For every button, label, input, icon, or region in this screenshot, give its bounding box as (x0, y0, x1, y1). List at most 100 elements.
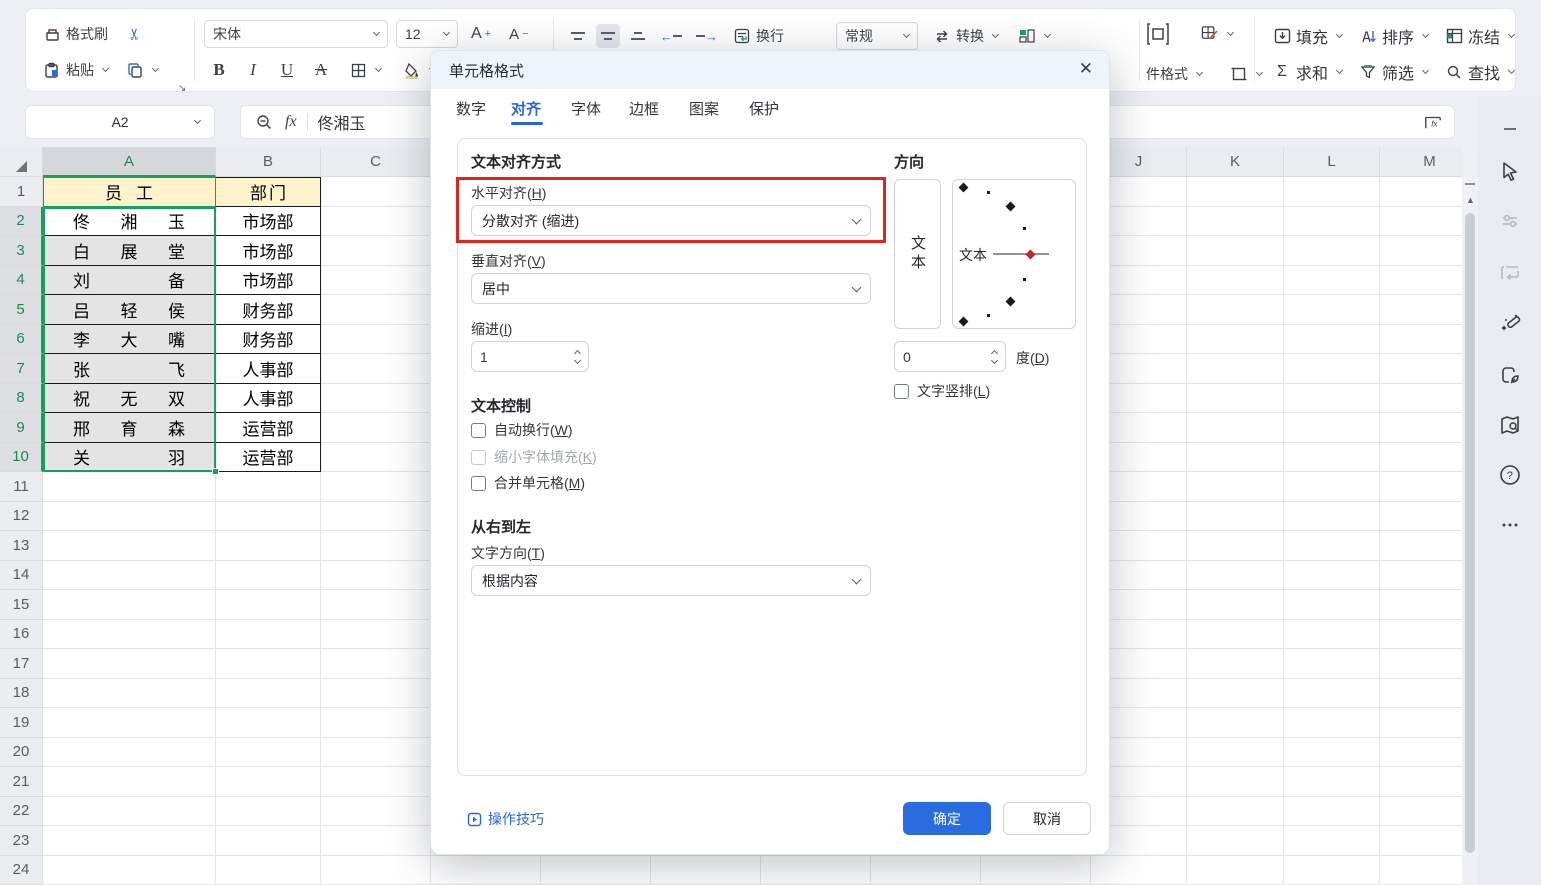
wrap-text-checkbox[interactable]: 自动换行(W) (471, 420, 573, 440)
column-header-L[interactable]: L (1284, 147, 1380, 177)
row-header-9[interactable]: 9 (0, 413, 43, 443)
cell-L20[interactable] (1284, 738, 1380, 768)
underline-button[interactable]: U (276, 60, 298, 80)
copy-button[interactable] (121, 58, 163, 82)
cell-C23[interactable] (321, 826, 431, 856)
cell-C13[interactable] (321, 531, 431, 561)
row-header-18[interactable]: 18 (0, 679, 43, 709)
cell-L14[interactable] (1284, 561, 1380, 591)
convert-button[interactable]: 转换 (928, 23, 1003, 49)
ok-button[interactable]: 确定 (903, 802, 991, 835)
dial-angle-marker[interactable] (958, 182, 968, 192)
horizontal-align-select[interactable]: 分散对齐 (缩进) (471, 205, 871, 236)
row-header-10[interactable]: 10 (0, 443, 43, 473)
cell-A8[interactable]: 祝无双 (43, 384, 216, 414)
cell-K14[interactable] (1187, 561, 1284, 591)
cell-C19[interactable] (321, 708, 431, 738)
cell-C7[interactable] (321, 354, 431, 384)
split-handle[interactable] (1465, 183, 1475, 185)
cell-B4[interactable]: 市场部 (216, 266, 321, 296)
cell-L8[interactable] (1284, 384, 1380, 414)
column-header-B[interactable]: B (216, 147, 321, 177)
cell-L13[interactable] (1284, 531, 1380, 561)
strikethrough-button[interactable]: A (310, 60, 332, 80)
wrap-text-button[interactable]: 换行 (728, 23, 789, 49)
tab-pattern[interactable]: 图案 (689, 98, 719, 119)
cell-C8[interactable] (321, 384, 431, 414)
map-search-icon[interactable] (1497, 412, 1523, 438)
checkbox-icon[interactable] (894, 384, 909, 399)
cell-A4[interactable]: 刘备 (43, 266, 216, 296)
cell-K20[interactable] (1187, 738, 1284, 768)
magic-wand-icon[interactable] (1497, 310, 1523, 336)
align-middle-button[interactable] (596, 24, 620, 48)
cell-K19[interactable] (1187, 708, 1284, 738)
cell-K11[interactable] (1187, 472, 1284, 502)
decrease-font-button[interactable]: A− (504, 23, 533, 46)
row-header-23[interactable]: 23 (0, 826, 43, 856)
cell-L19[interactable] (1284, 708, 1380, 738)
cell-K4[interactable] (1187, 266, 1284, 296)
row-header-5[interactable]: 5 (0, 295, 43, 325)
cell-A15[interactable] (43, 590, 216, 620)
sum-button[interactable]: Σ 求和 (1268, 57, 1354, 87)
cell-K10[interactable] (1187, 443, 1284, 473)
cell-L24[interactable] (1284, 856, 1380, 885)
cell-K1[interactable] (1187, 177, 1284, 207)
eco-assistant-icon[interactable] (1497, 362, 1523, 388)
cell-K8[interactable] (1187, 384, 1284, 414)
column-header-A[interactable]: A (43, 147, 216, 177)
cell-B13[interactable] (216, 531, 321, 561)
indent-spinner[interactable]: 1 (471, 341, 589, 372)
cell-L21[interactable] (1284, 767, 1380, 797)
freeze-button[interactable]: 冻结 (1440, 21, 1526, 51)
cell-K17[interactable] (1187, 649, 1284, 679)
row-header-16[interactable]: 16 (0, 620, 43, 650)
cell-A1[interactable]: 员工 (43, 177, 216, 207)
cell-B6[interactable]: 财务部 (216, 325, 321, 355)
cell-B7[interactable]: 人事部 (216, 354, 321, 384)
vertical-scrollbar[interactable]: ▲ (1462, 147, 1478, 885)
cell-K3[interactable] (1187, 236, 1284, 266)
close-icon[interactable]: ✕ (1079, 59, 1093, 79)
find-button[interactable]: 查找 (1440, 57, 1526, 87)
cell-L4[interactable] (1284, 266, 1380, 296)
cell-G24[interactable] (761, 856, 871, 885)
cell-C21[interactable] (321, 767, 431, 797)
cell-C22[interactable] (321, 797, 431, 827)
cell-A23[interactable] (43, 826, 216, 856)
cell-A3[interactable]: 白展堂 (43, 236, 216, 266)
column-header-K[interactable]: K (1187, 147, 1284, 177)
cell-B23[interactable] (216, 826, 321, 856)
cell-A18[interactable] (43, 679, 216, 709)
row-header-7[interactable]: 7 (0, 354, 43, 384)
cell-B11[interactable] (216, 472, 321, 502)
cell-B22[interactable] (216, 797, 321, 827)
cell-A9[interactable]: 邢育森 (43, 413, 216, 443)
dial-angle-marker[interactable] (1023, 278, 1026, 281)
cell-B12[interactable] (216, 502, 321, 532)
cell-A14[interactable] (43, 561, 216, 591)
cell-border-button[interactable] (1225, 62, 1267, 86)
table-style-button[interactable] (1196, 22, 1238, 46)
row-header-2[interactable]: 2 (0, 207, 43, 237)
row-header-13[interactable]: 13 (0, 531, 43, 561)
text-direction-select[interactable]: 根据内容 (471, 565, 871, 596)
row-header-19[interactable]: 19 (0, 708, 43, 738)
cell-K22[interactable] (1187, 797, 1284, 827)
cell-L3[interactable] (1284, 236, 1380, 266)
spin-up-icon[interactable] (574, 349, 581, 356)
dial-angle-marker[interactable] (987, 191, 990, 194)
cell-L11[interactable] (1284, 472, 1380, 502)
cell-K18[interactable] (1187, 679, 1284, 709)
cell-C16[interactable] (321, 620, 431, 650)
zoom-formula-icon[interactable] (255, 113, 273, 131)
cell-C3[interactable] (321, 236, 431, 266)
cell-C12[interactable] (321, 502, 431, 532)
cell-B19[interactable] (216, 708, 321, 738)
cell-C17[interactable] (321, 649, 431, 679)
name-box[interactable]: A2 (25, 105, 215, 139)
cell-C2[interactable] (321, 207, 431, 237)
cell-A20[interactable] (43, 738, 216, 768)
cell-I24[interactable] (981, 856, 1091, 885)
